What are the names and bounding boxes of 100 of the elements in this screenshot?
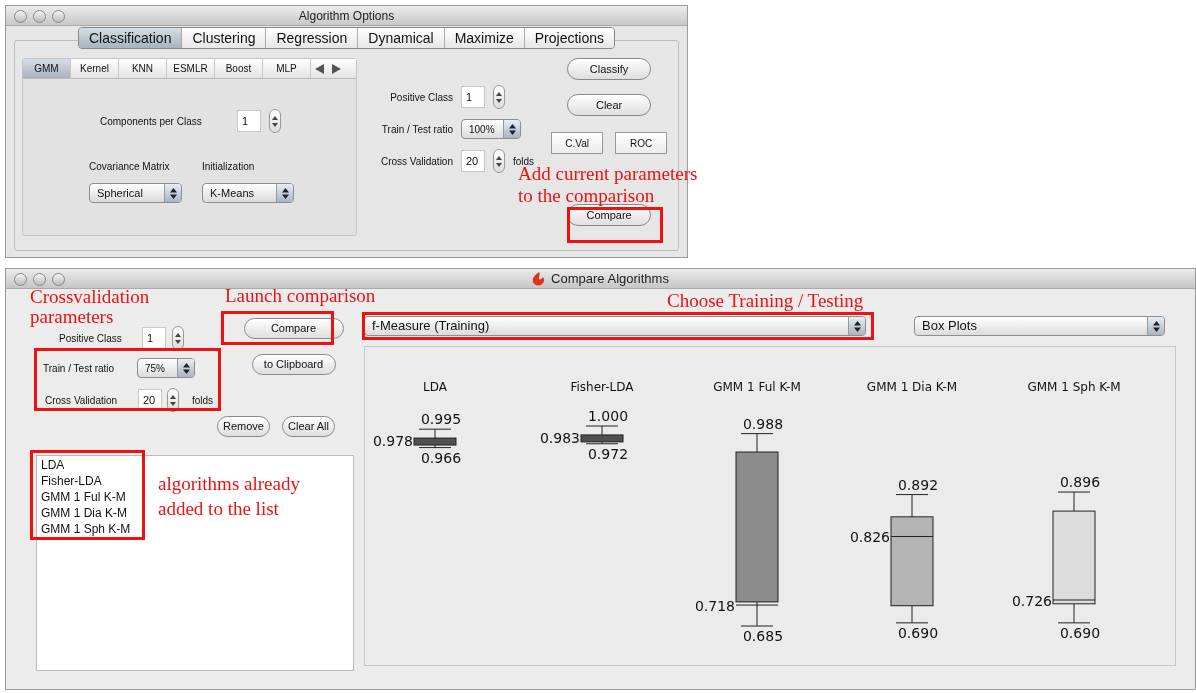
push-button[interactable]: Remove bbox=[217, 416, 270, 437]
unit-label: folds bbox=[513, 154, 535, 167]
list-item[interactable]: GMM 1 Dia K-M bbox=[41, 505, 127, 521]
value-label: 0.972 bbox=[587, 445, 629, 462]
number-field[interactable]: 1 bbox=[461, 86, 485, 108]
dropdown[interactable]: 100% bbox=[461, 119, 521, 139]
up-arrow-icon[interactable] bbox=[272, 115, 278, 120]
updown-icon bbox=[281, 187, 289, 199]
annotation-text: Crossvalidation bbox=[30, 287, 150, 307]
down-arrow-icon[interactable] bbox=[272, 122, 278, 127]
unit-label: folds bbox=[192, 393, 214, 408]
down-arrow-icon[interactable] bbox=[170, 401, 176, 406]
column-title: GMM 1 Ful K-M bbox=[713, 380, 801, 394]
dropdown[interactable]: 75% bbox=[137, 358, 195, 378]
value-label: 0.995 bbox=[420, 411, 462, 428]
field-label: Train / Test ratio bbox=[380, 122, 453, 137]
push-button[interactable]: Clear bbox=[567, 94, 652, 116]
annotation-text: Choose Training / Testing bbox=[667, 290, 864, 312]
window-control-icon[interactable] bbox=[33, 273, 46, 286]
tab[interactable]: GMM bbox=[23, 59, 71, 78]
window-control-icon[interactable] bbox=[52, 10, 65, 23]
push-button[interactable]: Compare bbox=[243, 318, 344, 339]
push-button[interactable]: to Clipboard bbox=[251, 354, 336, 375]
tab[interactable]: MLP bbox=[263, 59, 311, 78]
field-label: Train / Test ratio bbox=[43, 361, 116, 376]
down-arrow-icon[interactable] bbox=[175, 339, 181, 344]
tab[interactable]: Clustering bbox=[182, 28, 267, 48]
stepper[interactable] bbox=[493, 149, 505, 173]
tab[interactable]: ESMLR bbox=[167, 59, 215, 78]
list-item[interactable]: LDA bbox=[41, 457, 65, 473]
list-item[interactable]: GMM 1 Sph K-M bbox=[41, 521, 131, 537]
window-control-icon[interactable] bbox=[14, 273, 27, 286]
column-title: Fisher-LDA bbox=[570, 380, 634, 394]
field-label: Initialization bbox=[202, 160, 256, 174]
value-label: 0.685 bbox=[742, 628, 784, 645]
tab[interactable]: Maximize bbox=[444, 28, 525, 48]
field-label: Covariance Matrix bbox=[89, 160, 171, 174]
dropdown[interactable]: f-Measure (Training) bbox=[364, 316, 866, 336]
window-control-icon[interactable] bbox=[52, 273, 65, 286]
tab[interactable]: Dynamical bbox=[358, 28, 445, 48]
field-label: Positive Class bbox=[389, 90, 453, 105]
updown-icon bbox=[169, 187, 177, 199]
down-arrow-icon[interactable] bbox=[496, 162, 502, 167]
number-field[interactable]: 20 bbox=[461, 150, 485, 172]
value-label: 0.978 bbox=[372, 432, 413, 449]
annotation-text: parameters bbox=[30, 307, 114, 327]
window-control-icon[interactable] bbox=[33, 10, 46, 23]
window-title: Compare Algorithms bbox=[551, 269, 669, 288]
annotation-text: algorithms already bbox=[158, 472, 300, 496]
tab[interactable]: Kernel bbox=[71, 59, 119, 78]
down-arrow-icon[interactable] bbox=[496, 98, 502, 103]
value-label: 0.892 bbox=[897, 476, 939, 493]
push-button[interactable]: Clear All bbox=[282, 416, 335, 437]
window-title: Algorithm Options bbox=[298, 7, 395, 25]
stepper[interactable] bbox=[493, 85, 505, 109]
annotation-text: Launch comparison bbox=[225, 285, 376, 307]
up-arrow-icon[interactable] bbox=[175, 332, 181, 337]
field-label: Components per Class bbox=[100, 114, 203, 129]
value-label: 0.988 bbox=[742, 415, 784, 432]
updown-icon bbox=[853, 320, 861, 332]
up-arrow-icon[interactable] bbox=[496, 155, 502, 160]
updown-icon bbox=[1152, 320, 1160, 332]
value-label: 0.690 bbox=[897, 624, 939, 641]
column-title: LDA bbox=[423, 380, 447, 394]
tab[interactable]: Boost bbox=[215, 59, 263, 78]
number-field[interactable]: 1 bbox=[237, 110, 261, 132]
number-field[interactable]: 1 bbox=[142, 327, 166, 349]
push-button[interactable]: ROC bbox=[615, 132, 668, 154]
value-label: 0.690 bbox=[1059, 624, 1101, 641]
scroll-right-icon[interactable] bbox=[332, 63, 341, 74]
field-label: Cross Validation bbox=[45, 393, 119, 408]
column-title: GMM 1 Dia K-M bbox=[866, 380, 958, 394]
tab[interactable]: Projections bbox=[524, 28, 615, 48]
value-label: 0.718 bbox=[694, 598, 735, 615]
value-label: 0.983 bbox=[539, 429, 580, 446]
list-item[interactable]: Fisher-LDA bbox=[41, 473, 102, 489]
tab[interactable]: Regression bbox=[266, 28, 359, 48]
tab[interactable]: KNN bbox=[119, 59, 167, 78]
dropdown[interactable]: K-Means bbox=[202, 183, 294, 203]
stepper[interactable] bbox=[269, 109, 281, 133]
column-title: GMM 1 Sph K-M bbox=[1027, 380, 1121, 394]
dropdown[interactable]: Box Plots bbox=[914, 316, 1165, 336]
scroll-left-icon[interactable] bbox=[315, 63, 324, 74]
field-label: Positive Class bbox=[59, 331, 123, 346]
tab[interactable]: Classification bbox=[78, 28, 183, 48]
stepper[interactable] bbox=[172, 326, 184, 350]
up-arrow-icon[interactable] bbox=[170, 394, 176, 399]
push-button[interactable]: C.Val bbox=[551, 132, 604, 154]
dropdown[interactable]: Spherical bbox=[89, 183, 182, 203]
updown-icon bbox=[182, 362, 190, 374]
number-field[interactable]: 20 bbox=[138, 389, 162, 411]
annotation-text: to the comparison bbox=[518, 185, 655, 207]
value-label: 1.000 bbox=[587, 408, 629, 424]
updown-icon bbox=[508, 123, 516, 135]
window-control-icon[interactable] bbox=[14, 10, 27, 23]
up-arrow-icon[interactable] bbox=[496, 91, 502, 96]
box-plot bbox=[580, 425, 624, 445]
list-item[interactable]: GMM 1 Ful K-M bbox=[41, 489, 126, 505]
push-button[interactable]: Classify bbox=[567, 58, 652, 80]
value-label: 0.726 bbox=[1011, 593, 1052, 609]
